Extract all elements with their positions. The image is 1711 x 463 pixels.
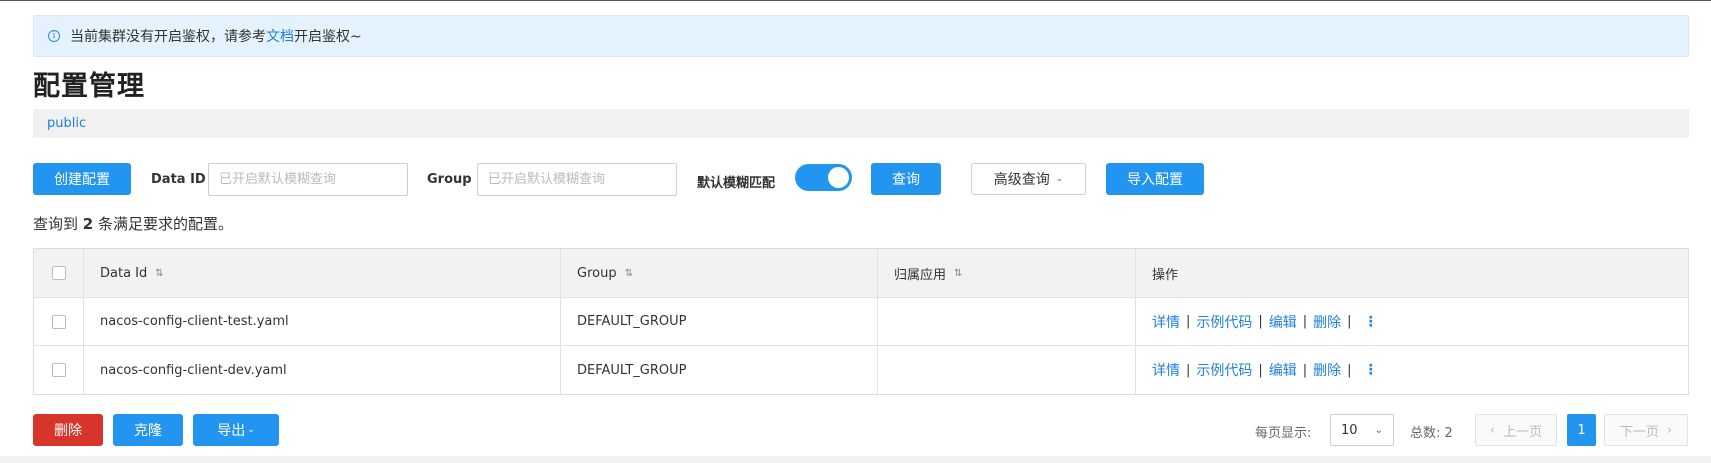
notice-text-before: 当前集群没有开启鉴权，请参考: [70, 29, 266, 45]
advanced-search-label: 高级查询: [993, 172, 1050, 188]
sort-icon[interactable]: ⇅: [155, 268, 163, 279]
namespace-bar: public: [33, 109, 1689, 138]
row-select-cell: [34, 298, 84, 345]
advanced-search-button[interactable]: 高级查询 ⌄: [971, 163, 1086, 195]
toggle-knob: [828, 167, 849, 188]
sort-icon[interactable]: ⇅: [625, 268, 633, 279]
header-actions-label: 操作: [1152, 267, 1179, 283]
next-page-label: 下一页: [1619, 424, 1659, 440]
export-button[interactable]: 导出 ⌄: [193, 414, 279, 446]
group-input[interactable]: [477, 163, 677, 196]
table-header: Data Id ⇅ Group ⇅ 归属应用 ⇅ 操作: [34, 249, 1688, 298]
header-select-cell: [34, 249, 84, 297]
chevron-down-icon: ⌄: [1374, 424, 1383, 436]
dataid-label: Data ID: [151, 172, 206, 187]
cell-group: DEFAULT_GROUP: [561, 346, 878, 394]
header-app[interactable]: 归属应用 ⇅: [878, 249, 1136, 297]
delete-link[interactable]: 删除: [1313, 312, 1341, 332]
separator: |: [1258, 314, 1263, 329]
group-label: Group: [427, 172, 472, 187]
more-options-icon[interactable]: ⋮: [1364, 362, 1378, 378]
header-data-id-label: Data Id: [100, 265, 148, 281]
row-checkbox[interactable]: [51, 363, 66, 377]
edit-link[interactable]: 编辑: [1269, 360, 1297, 380]
auth-notice: i 当前集群没有开启鉴权，请参考 文档 开启鉴权~: [33, 15, 1689, 57]
page-size-label: 每页显示:: [1255, 426, 1312, 441]
total-indicator: 总数: 2: [1410, 422, 1453, 441]
header-group[interactable]: Group ⇅: [561, 249, 878, 297]
cell-app: [878, 298, 1136, 345]
separator: |: [1302, 314, 1308, 329]
page-size-value: 10: [1341, 422, 1358, 438]
notice-doc-link[interactable]: 文档: [266, 26, 294, 46]
select-all-checkbox[interactable]: [51, 266, 66, 280]
cell-data-id: nacos-config-client-dev.yaml: [84, 346, 561, 394]
detail-link[interactable]: 详情: [1152, 360, 1180, 380]
header-actions: 操作: [1136, 249, 1688, 297]
chevron-left-icon: ‹: [1489, 422, 1496, 438]
row-select-cell: [34, 346, 84, 394]
total-value: 2: [1444, 426, 1453, 441]
sample-code-link[interactable]: 示例代码: [1196, 312, 1252, 332]
cell-data-id: nacos-config-client-test.yaml: [84, 298, 561, 345]
fuzzy-match-toggle[interactable]: [795, 164, 852, 191]
create-config-button[interactable]: 创建配置: [33, 163, 131, 195]
row-checkbox[interactable]: [51, 314, 66, 329]
page-size-select[interactable]: 10 ⌄: [1330, 414, 1394, 446]
detail-link[interactable]: 详情: [1152, 312, 1180, 332]
result-suffix: 条满足要求的配置。: [98, 215, 234, 233]
cell-group: DEFAULT_GROUP: [561, 298, 878, 345]
sort-icon[interactable]: ⇅: [954, 268, 962, 279]
result-prefix: 查询到: [33, 215, 79, 233]
dataid-input[interactable]: [208, 163, 408, 196]
more-options-icon[interactable]: ⋮: [1364, 314, 1378, 330]
table-row: nacos-config-client-dev.yaml DEFAULT_GRO…: [34, 346, 1688, 394]
result-summary: 查询到 2 条满足要求的配置。: [33, 213, 233, 234]
separator: |: [1258, 362, 1263, 378]
separator: |: [1347, 362, 1352, 378]
header-group-label: Group: [577, 265, 617, 281]
total-label: 总数:: [1410, 426, 1441, 441]
result-count: 2: [82, 215, 94, 233]
next-page-button[interactable]: 下一页 ›: [1604, 414, 1688, 446]
separator: |: [1186, 314, 1191, 329]
info-icon: i: [48, 30, 60, 42]
header-app-label: 归属应用: [894, 267, 947, 283]
cell-actions: 详情 | 示例代码 | 编辑 | 删除 | ⋮: [1136, 298, 1688, 345]
sample-code-link[interactable]: 示例代码: [1196, 360, 1252, 380]
page: i 当前集群没有开启鉴权，请参考 文档 开启鉴权~ 配置管理 public 创建…: [0, 2, 1711, 457]
separator: |: [1302, 362, 1308, 378]
header-data-id[interactable]: Data Id ⇅: [84, 249, 561, 297]
chevron-down-icon: ⌄: [247, 425, 255, 435]
import-config-button[interactable]: 导入配置: [1106, 163, 1204, 195]
page-title: 配置管理: [33, 71, 145, 102]
delete-link[interactable]: 删除: [1313, 360, 1341, 380]
cell-app: [878, 346, 1136, 394]
chevron-down-icon: ⌄: [1055, 174, 1064, 184]
config-table: Data Id ⇅ Group ⇅ 归属应用 ⇅ 操作 nacos-config…: [33, 248, 1689, 395]
cell-actions: 详情 | 示例代码 | 编辑 | 删除 | ⋮: [1136, 346, 1688, 394]
fuzzy-match-label: 默认模糊匹配: [697, 176, 776, 191]
namespace-public[interactable]: public: [47, 116, 86, 131]
clone-button[interactable]: 克隆: [113, 414, 183, 446]
export-label: 导出: [217, 423, 246, 439]
separator: |: [1347, 314, 1352, 329]
prev-page-label: 上一页: [1503, 424, 1543, 440]
current-page[interactable]: 1: [1567, 414, 1596, 446]
search-button[interactable]: 查询: [871, 163, 941, 195]
notice-text-after: 开启鉴权~: [294, 29, 362, 45]
table-row: nacos-config-client-test.yaml DEFAULT_GR…: [34, 298, 1688, 346]
prev-page-button[interactable]: ‹ 上一页: [1475, 414, 1557, 446]
separator: |: [1186, 362, 1191, 378]
batch-delete-button[interactable]: 删除: [33, 414, 103, 446]
edit-link[interactable]: 编辑: [1269, 312, 1297, 332]
chevron-right-icon: ›: [1666, 422, 1673, 438]
bottom-strip: [0, 456, 1711, 463]
